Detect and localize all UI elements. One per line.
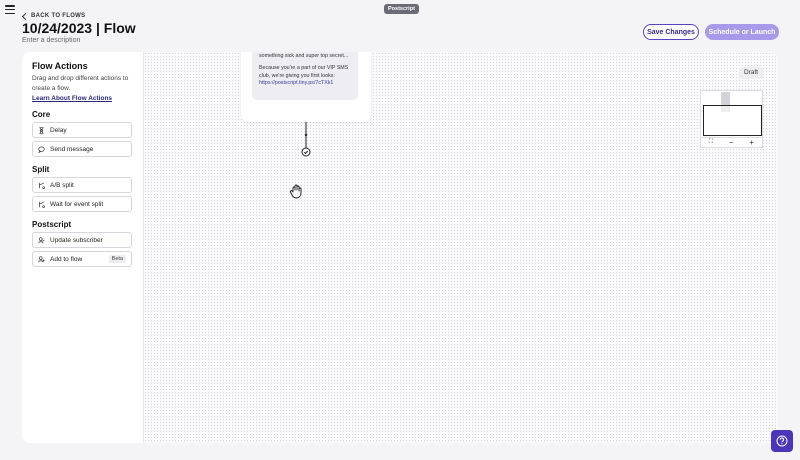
help-icon [776,435,788,447]
action-ab-split[interactable]: A/B split [32,177,132,193]
chevron-left-icon [21,12,30,20]
action-update-subscriber[interactable]: Update subscriber [32,232,132,248]
action-label: Wait for event split [50,200,104,208]
back-label: BACK TO FLOWS [31,13,86,19]
brand-logo: Postscript [384,4,419,14]
panel-title: Flow Actions [32,61,88,71]
user-add-icon [38,255,45,263]
page-title: 10/24/2023 | Flow [22,20,136,36]
menu-icon[interactable] [5,5,15,14]
message-node[interactable]: Postscript: Hey! We just dropped somethi… [241,52,371,122]
action-label: Add to flow [50,255,83,263]
schedule-launch-button[interactable]: Schedule or Launch [705,24,779,40]
status-badge: Draft [739,67,764,79]
minimap[interactable]: ⛶ − + [700,90,763,148]
flow-actions-panel: Flow Actions Drag and drop different act… [22,52,144,443]
split-icon [38,182,45,189]
save-changes-button[interactable]: Save Changes [643,24,699,40]
chat-icon [38,145,45,153]
message-link: https://postscript.tiny.ps/7cTXk1 [259,80,334,86]
action-label: A/B split [50,181,74,189]
zoom-in-icon[interactable]: + [749,138,754,147]
fit-view-icon[interactable]: ⛶ [709,139,713,146]
minimap-controls: ⛶ − + [701,137,762,147]
action-delay[interactable]: Delay [32,122,132,138]
action-add-to-flow[interactable]: Add to flow Beta [32,251,132,267]
beta-badge: Beta [108,255,126,263]
end-check-icon[interactable] [301,147,311,157]
zoom-out-icon[interactable]: − [729,138,734,147]
hourglass-icon [38,126,45,134]
learn-flow-actions-link[interactable]: Learn About Flow Actions [32,95,133,102]
action-wait-for-event-split[interactable]: Wait for event split [32,196,132,212]
message-text-2: Because you're a part of our VIP SMS clu… [259,65,349,79]
help-button[interactable] [771,430,793,452]
action-label: Send message [50,145,94,153]
section-split: Split [32,165,50,174]
user-edit-icon [38,236,45,244]
section-core: Core [32,110,51,119]
panel-subtitle: Drag and drop different actions to creat… [32,75,129,92]
action-send-message[interactable]: Send message [32,141,132,157]
flow-canvas[interactable]: Postscript: Hey! We just dropped somethi… [144,52,778,443]
description-field[interactable]: Enter a description [22,37,80,44]
message-text-1: Postscript: Hey! We just dropped somethi… [259,52,349,59]
grab-hand-icon [290,184,302,199]
message-preview: Postscript: Hey! We just dropped somethi… [252,52,358,100]
action-label: Update subscriber [50,236,103,244]
split-icon [38,201,45,208]
action-label: Delay [50,126,67,134]
minimap-viewport[interactable] [703,105,762,136]
back-to-flows-link[interactable]: BACK TO FLOWS [21,12,86,20]
section-postscript: Postscript [32,220,72,229]
